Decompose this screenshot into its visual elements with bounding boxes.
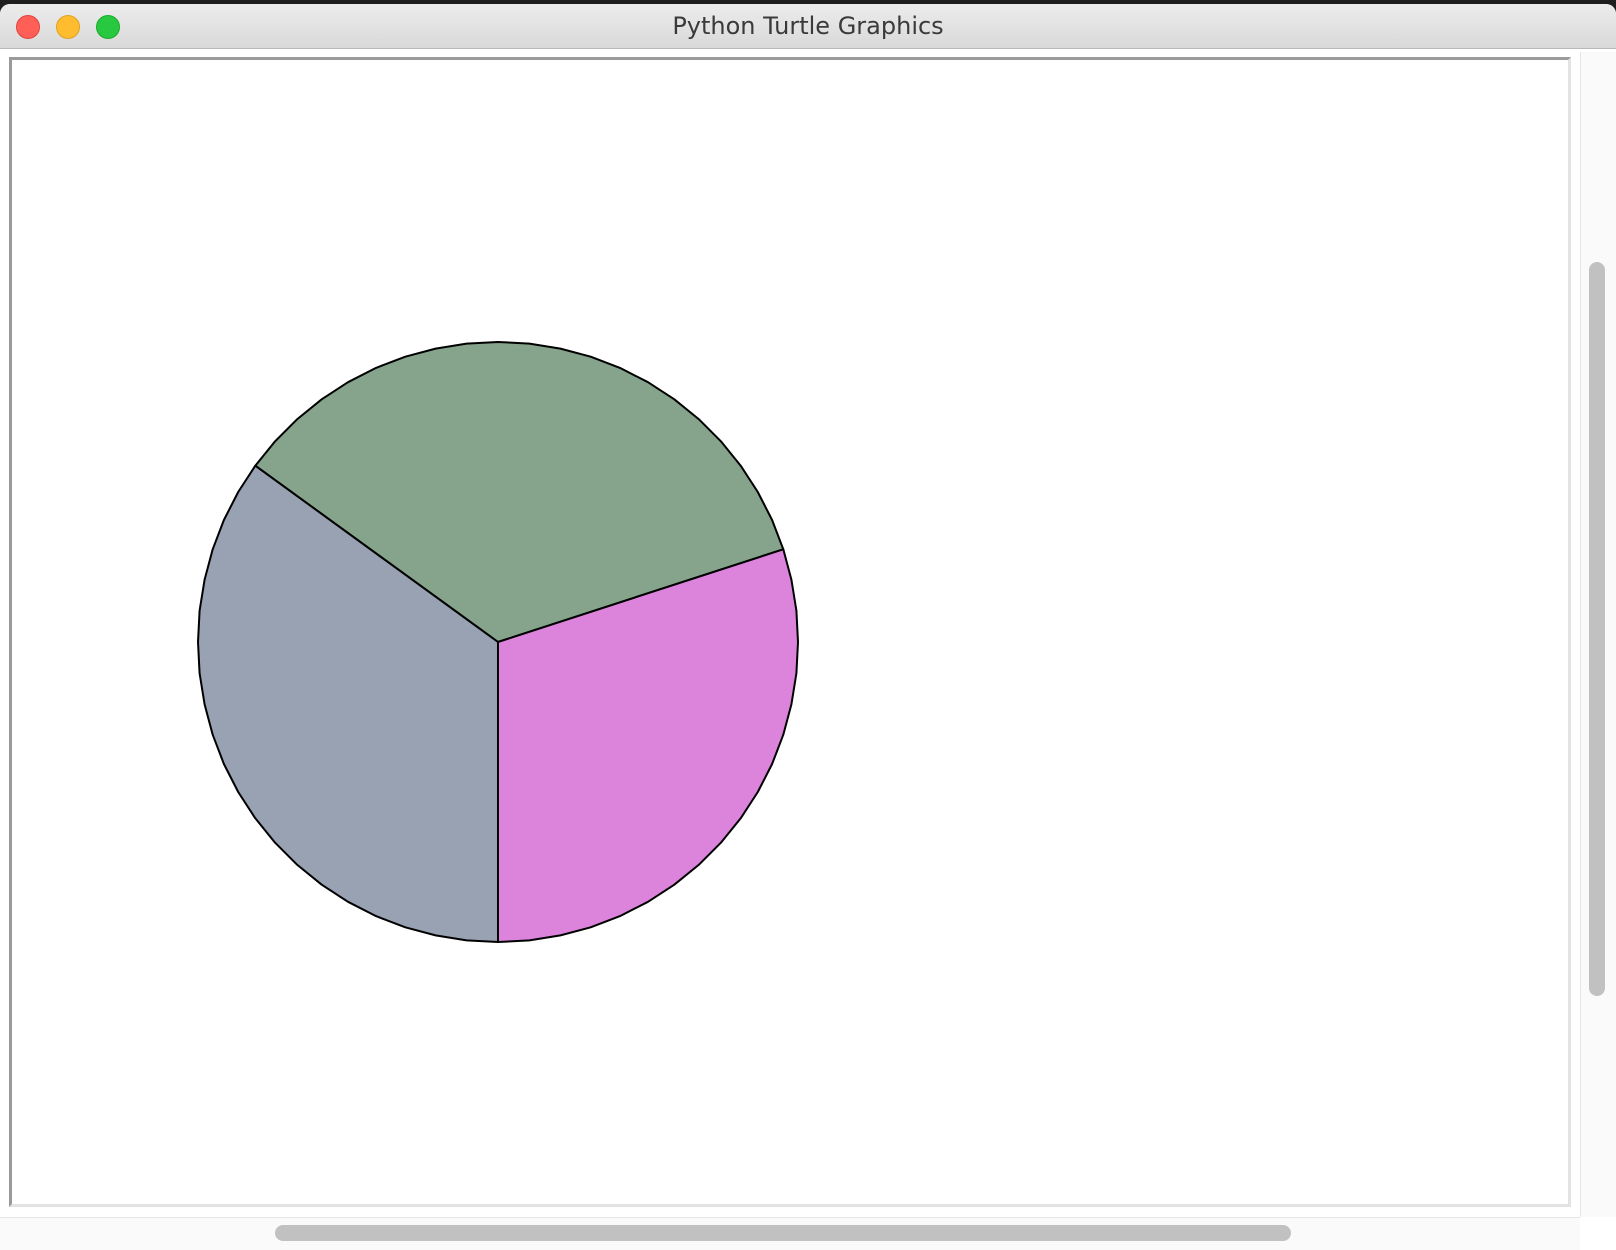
turtle-window: Python Turtle Graphics xyxy=(0,4,1616,1250)
horizontal-scroll-thumb[interactable] xyxy=(275,1225,1291,1241)
vertical-scroll-thumb[interactable] xyxy=(1589,262,1605,996)
pie-drawing xyxy=(197,341,799,943)
